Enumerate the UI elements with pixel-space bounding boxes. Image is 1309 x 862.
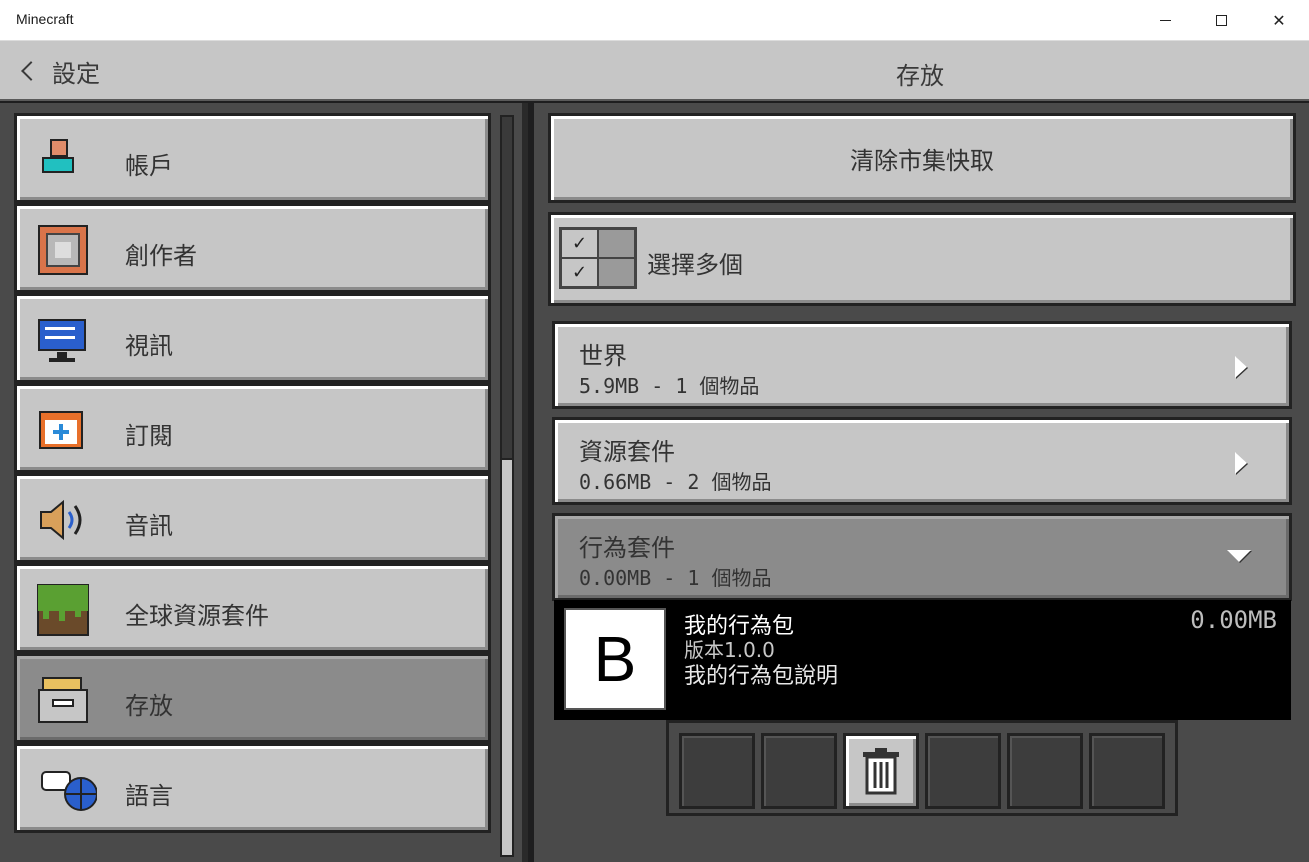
trash-icon bbox=[863, 748, 899, 795]
action-slot[interactable] bbox=[1007, 733, 1083, 809]
clear-cache-label: 清除市集快取 bbox=[850, 146, 994, 175]
pack-thumbnail: B bbox=[564, 608, 666, 710]
pack-description: 我的行為包說明 bbox=[684, 664, 839, 689]
checkbox-empty-icon bbox=[598, 229, 635, 258]
close-icon: ✕ bbox=[1272, 11, 1286, 30]
checkbox-empty-icon bbox=[598, 258, 635, 287]
sidebar-item-label: 帳戶 bbox=[125, 152, 173, 180]
category-worlds[interactable]: 世界 5.9MB - 1 個物品 bbox=[552, 321, 1292, 409]
page-header: 設定 存放 bbox=[0, 41, 1309, 101]
app-title: Minecraft bbox=[16, 11, 74, 27]
sidebar-item-label: 創作者 bbox=[125, 242, 197, 270]
sidebar-item-global-resource-pack[interactable]: 全球資源套件 bbox=[14, 563, 491, 653]
sidebar-item-label: 音訊 bbox=[125, 512, 173, 540]
pack-action-bar bbox=[666, 720, 1178, 816]
multi-select-icon: ✓ ✓ bbox=[559, 227, 637, 289]
category-meta: 5.9MB - 1 個物品 bbox=[579, 374, 760, 398]
category-resource-packs[interactable]: 資源套件 0.66MB - 2 個物品 bbox=[552, 417, 1292, 505]
minimize-button[interactable] bbox=[1137, 0, 1193, 41]
window-title-bar: Minecraft ✕ bbox=[0, 0, 1309, 41]
sidebar-scrollbar-thumb[interactable] bbox=[500, 458, 514, 857]
chevron-left-icon bbox=[21, 61, 41, 81]
pack-size: 0.00MB bbox=[1190, 606, 1277, 634]
delete-button[interactable] bbox=[843, 733, 919, 809]
close-button[interactable]: ✕ bbox=[1251, 0, 1307, 41]
category-name: 資源套件 bbox=[579, 438, 675, 466]
sidebar-item-video[interactable]: 視訊 bbox=[14, 293, 491, 383]
clear-marketplace-cache-button[interactable]: 清除市集快取 bbox=[548, 113, 1296, 203]
sidebar-item-audio[interactable]: 音訊 bbox=[14, 473, 491, 563]
page-title: 存放 bbox=[896, 62, 944, 90]
action-slot[interactable] bbox=[925, 733, 1001, 809]
chevron-right-icon bbox=[1235, 452, 1247, 474]
maximize-icon bbox=[1215, 15, 1227, 26]
grass-block-icon bbox=[37, 584, 89, 636]
minimize-icon bbox=[1159, 20, 1171, 21]
sidebar-item-creator[interactable]: 創作者 bbox=[14, 203, 491, 293]
sidebar-item-subscription[interactable]: 訂閱 bbox=[14, 383, 491, 473]
select-multiple-button[interactable]: ✓ ✓ 選擇多個 bbox=[548, 212, 1296, 306]
speaker-icon bbox=[40, 499, 82, 541]
checkbox-checked-icon: ✓ bbox=[561, 229, 598, 258]
action-slot[interactable] bbox=[1089, 733, 1165, 809]
sidebar-item-label: 視訊 bbox=[125, 332, 173, 360]
back-button[interactable]: 設定 bbox=[16, 53, 100, 89]
category-meta: 0.66MB - 2 個物品 bbox=[579, 470, 772, 494]
language-icon bbox=[41, 771, 97, 811]
sidebar-item-account[interactable]: 帳戶 bbox=[14, 113, 491, 203]
back-label: 設定 bbox=[52, 59, 100, 88]
behavior-pack-item[interactable]: B 我的行為包 版本1.0.0 我的行為包說明 0.00MB bbox=[554, 600, 1291, 720]
maximize-button[interactable] bbox=[1193, 0, 1249, 41]
action-slot[interactable] bbox=[761, 733, 837, 809]
settings-sidebar: 帳戶 創作者 視訊 訂閱 音訊 全球資源套件 存放 語言 bbox=[0, 103, 528, 862]
creator-icon bbox=[38, 225, 88, 275]
sidebar-item-language[interactable]: 語言 bbox=[14, 743, 491, 833]
select-multiple-label: 選擇多個 bbox=[647, 251, 743, 279]
sidebar-item-label: 訂閱 bbox=[125, 422, 173, 450]
sidebar-item-label: 全球資源套件 bbox=[125, 602, 269, 630]
sidebar-item-storage[interactable]: 存放 bbox=[14, 653, 491, 743]
sidebar-item-label: 語言 bbox=[125, 782, 173, 810]
category-behavior-packs[interactable]: 行為套件 0.00MB - 1 個物品 bbox=[552, 513, 1292, 601]
checkbox-checked-icon: ✓ bbox=[561, 258, 598, 287]
chevron-down-icon bbox=[1227, 550, 1251, 562]
category-name: 世界 bbox=[579, 342, 627, 370]
category-meta: 0.00MB - 1 個物品 bbox=[579, 566, 772, 590]
video-icon bbox=[38, 319, 86, 362]
account-icon bbox=[42, 139, 74, 173]
storage-icon bbox=[38, 677, 88, 723]
sidebar-item-label: 存放 bbox=[125, 692, 173, 720]
subscription-icon bbox=[39, 411, 83, 449]
category-name: 行為套件 bbox=[579, 534, 675, 562]
storage-panel: 清除市集快取 ✓ ✓ 選擇多個 世界 5.9MB - 1 個物品 資源套件 0.… bbox=[534, 103, 1309, 862]
action-slot[interactable] bbox=[679, 733, 755, 809]
chevron-right-icon bbox=[1235, 356, 1247, 378]
